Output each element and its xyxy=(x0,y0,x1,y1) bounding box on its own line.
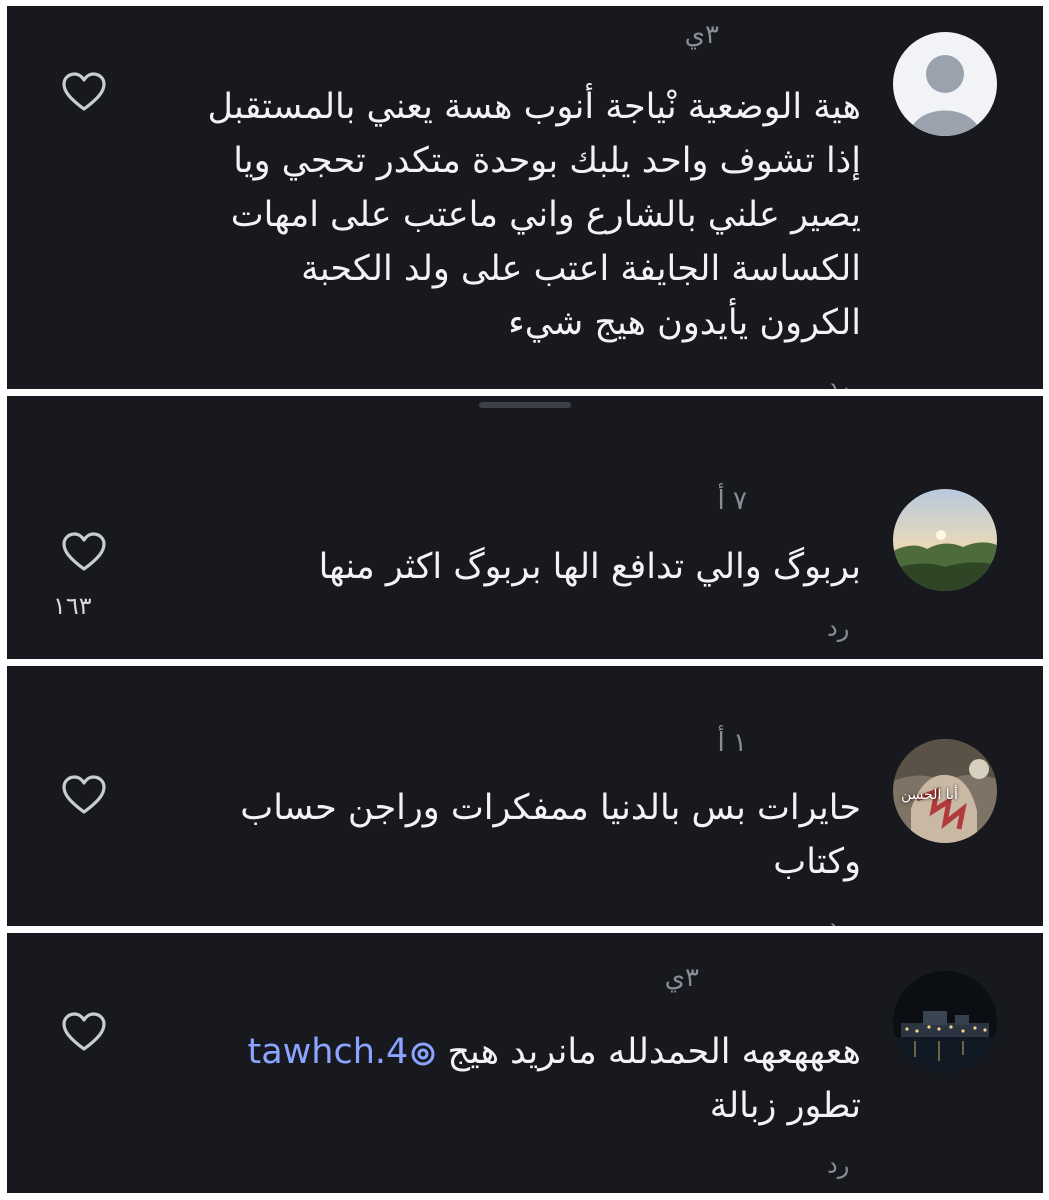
drag-handle[interactable] xyxy=(479,402,571,408)
heart-outline-icon[interactable] xyxy=(61,531,107,573)
comment-line: وكتاب xyxy=(773,842,861,882)
comment-text: هية الوضعية نْياجة أنوب هسة يعني بالمستق… xyxy=(141,80,861,350)
heart-outline-icon[interactable] xyxy=(61,774,107,816)
mention-link[interactable]: tawhch.4 xyxy=(247,1025,436,1079)
avatar-default[interactable] xyxy=(893,32,997,136)
comment-text: بربوگ والي تدافع الها بربوگ اكثر منها xyxy=(141,540,861,594)
comment-text: حايرات بس بالدنيا ممفكرات وراجن حساب وكت… xyxy=(141,781,861,889)
comment-line: بربوگ والي تدافع الها بربوگ اكثر منها xyxy=(318,547,861,587)
comment-line: إذا تشوف واحد يلبك بوحدة متكدر تحجي ويا xyxy=(233,141,861,181)
comment-line: تطور زبالة xyxy=(709,1086,861,1126)
avatar-caption: أبا الحسن xyxy=(901,787,958,803)
comment-line: هية الوضعية نْياجة أنوب هسة يعني بالمستق… xyxy=(207,87,861,127)
comment-card-1: ٣ي هية الوضعية نْياجة أنوب هسة يعني بالم… xyxy=(7,6,1043,389)
comment-time: ٣ي xyxy=(684,20,719,50)
reply-button[interactable]: رد xyxy=(827,372,849,389)
heart-outline-icon[interactable] xyxy=(61,71,107,113)
comment-line: الكرون يأيدون هيج شيء xyxy=(508,303,861,343)
comment-card-4: ٣ي هعههعهه الحمدلله مانريد هيج tawhch.4 … xyxy=(7,933,1043,1193)
comment-line-text: هعههعهه الحمدلله مانريد هيج xyxy=(447,1032,861,1072)
comment-line: الكساسة الجايفة اعتب على ولد الكحبة xyxy=(301,249,861,289)
avatar-night-city[interactable] xyxy=(893,971,997,1073)
reply-button[interactable]: رد xyxy=(827,1151,849,1179)
comment-card-2: ٧ أ بربوگ والي تدافع الها بربوگ اكثر منه… xyxy=(7,396,1043,659)
threads-at-icon xyxy=(411,1042,435,1066)
mention-handle: tawhch.4 xyxy=(247,1032,409,1072)
avatar-landscape[interactable] xyxy=(893,489,997,591)
like-count: ١٦٣ xyxy=(53,592,92,620)
comment-text: هعههعهه الحمدلله مانريد هيج tawhch.4 تطو… xyxy=(141,1025,861,1133)
comment-time: ٣ي xyxy=(664,963,699,993)
reply-button[interactable]: رد xyxy=(827,912,849,926)
comment-line: هعههعهه الحمدلله مانريد هيج tawhch.4 xyxy=(141,1025,861,1079)
comment-time: ١ أ xyxy=(717,728,747,758)
heart-outline-icon[interactable] xyxy=(61,1011,107,1053)
avatar-photo[interactable]: أبا الحسن xyxy=(893,739,997,843)
comment-line: حايرات بس بالدنيا ممفكرات وراجن حساب xyxy=(240,788,861,828)
comment-time: ٧ أ xyxy=(717,486,747,516)
comment-line: يصير علني بالشارع واني ماعتب على امهات xyxy=(230,195,861,235)
reply-button[interactable]: رد xyxy=(827,614,849,642)
comment-card-3: أبا الحسن ١ أ حايرات بس بالدنيا ممفكرات … xyxy=(7,666,1043,926)
